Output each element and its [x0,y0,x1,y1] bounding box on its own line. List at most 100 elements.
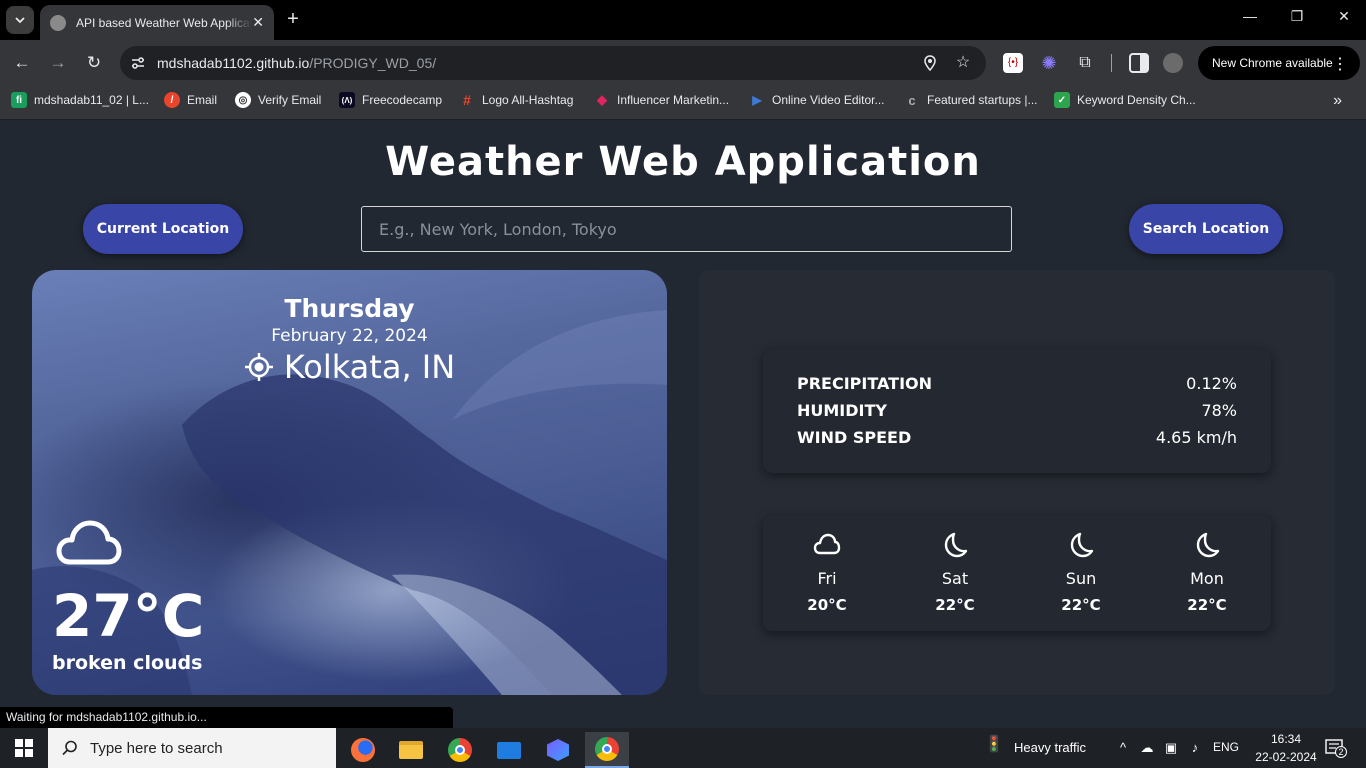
weather-widget-text[interactable]: Heavy traffic [1014,740,1086,755]
current-weather-card: Thursday February 22, 2024 Kolkata, IN 2… [32,270,667,695]
weather-app-page: Weather Web Application Current Location… [0,121,1366,728]
browser-status-bubble: Waiting for mdshadab1102.github.io... [0,707,453,728]
humidity-label: HUMIDITY [797,401,887,420]
bookmark-label: Freecodecamp [362,93,443,107]
bookmark-item[interactable]: ✓ Keyword Density Ch... [1054,92,1196,108]
humidity-value: 78% [1201,401,1237,420]
weather-day: Thursday [284,294,415,323]
speaker-icon[interactable]: ♪ [1187,740,1203,756]
file-explorer-icon[interactable] [389,732,433,768]
tab-search-button[interactable] [6,6,34,34]
forecast-day: Sat [941,569,969,588]
clock-date[interactable]: 22-02-2024 [1248,750,1324,764]
bookmark-item[interactable]: ▶ Online Video Editor... [749,92,885,108]
notification-center-icon[interactable]: 2 [1325,739,1347,758]
forecast-day: Mon [1190,569,1224,588]
copilot-app-icon[interactable] [536,732,580,768]
chevron-up-icon[interactable]: ^ [1115,740,1131,756]
weather-stats-panel: PRECIPITATION 0.12% HUMIDITY 78% WIND SP… [763,349,1271,473]
chrome-update-label: New Chrome available [1212,56,1333,70]
bookmark-item[interactable]: c Featured startups |... [904,92,1038,108]
firefox-app-icon[interactable] [341,732,385,768]
globe-icon [50,14,66,31]
toolbar-divider [1111,54,1112,72]
extensions-puzzle-icon[interactable]: ⧉ [1075,53,1095,73]
url-text: mdshadab1102.github.io/PRODIGY_WD_05/ [157,55,436,71]
search-location-button[interactable]: Search Location [1129,204,1283,254]
taskbar-search-box[interactable]: Type here to search [48,728,336,768]
city-search-input[interactable] [361,206,1012,252]
precipitation-row: PRECIPITATION 0.12% [797,374,1237,393]
bookmark-favicon-icon: (Λ) [339,92,355,108]
location-pin-icon[interactable] [921,54,939,72]
notification-count-badge: 2 [1335,746,1347,758]
chrome-app-icon-active[interactable] [585,732,629,768]
window-close-icon[interactable]: ✕ [1334,8,1354,25]
network-icon[interactable]: ☁ [1139,740,1155,756]
language-indicator[interactable]: ENG [1213,740,1239,754]
back-arrow-icon[interactable]: ← [11,52,33,74]
moon-icon [1070,532,1094,558]
bookmark-item[interactable]: ◆ Influencer Marketin... [594,92,729,108]
chrome-update-button[interactable]: New Chrome available ⋮ [1198,46,1360,80]
moon-icon [1196,532,1220,558]
wind-speed-value: 4.65 km/h [1155,428,1237,447]
bookmark-label: Featured startups |... [927,93,1038,107]
restore-icon[interactable]: ❐ [1287,8,1307,25]
bookmark-label: Online Video Editor... [772,93,885,107]
site-info-icon[interactable] [130,55,146,71]
browser-toolbar: ← → ↻ mdshadab1102.github.io/PRODIGY_WD_… [0,40,1366,86]
forward-arrow-icon[interactable]: → [47,52,69,74]
traffic-light-icon[interactable]: 🚦 [984,737,1004,759]
kebab-menu-icon[interactable]: ⋮ [1332,54,1348,74]
close-icon[interactable]: ✕ [252,14,264,31]
address-bar[interactable]: mdshadab1102.github.io/PRODIGY_WD_05/ ☆ [120,46,986,80]
bookmarks-overflow-icon[interactable]: » [1333,92,1342,110]
bookmark-favicon-icon: / [164,92,180,108]
bookmark-item[interactable]: # Logo All-Hashtag [459,92,573,108]
bookmark-label: Verify Email [258,93,322,107]
bookmark-item[interactable]: / Email [164,92,217,108]
cloud-icon [56,520,122,565]
weather-description: broken clouds [52,652,203,674]
bookmark-favicon-icon: fi [11,92,27,108]
crosshair-icon [244,353,273,381]
forecast-temp: 22°C [935,596,975,614]
minimize-icon[interactable]: — [1240,8,1260,24]
start-button[interactable] [0,728,48,768]
cloud-icon [813,533,841,555]
bookmark-label: Influencer Marketin... [617,93,730,107]
forecast-panel: Fri 20°C Sat 22°C Sun 22°C Mon 22°C [763,515,1271,631]
chrome-app-icon[interactable] [438,732,482,768]
bookmark-star-icon[interactable]: ☆ [954,54,972,72]
current-temperature: 27°C [52,582,205,650]
bookmark-item[interactable]: ◎ Verify Email [235,92,321,108]
wind-speed-row: WIND SPEED 4.65 km/h [797,428,1237,447]
current-location-button[interactable]: Current Location [83,204,243,254]
extension-icon-2[interactable]: ✺ [1039,53,1059,73]
profile-avatar[interactable] [1163,53,1183,73]
moon-icon [944,532,968,558]
clock-time[interactable]: 16:34 [1264,732,1308,746]
weather-date: February 22, 2024 [271,326,428,346]
new-tab-button[interactable]: + [282,8,304,30]
bookmark-label: Keyword Density Ch... [1077,93,1196,107]
search-icon [62,740,77,756]
weather-details-card: PRECIPITATION 0.12% HUMIDITY 78% WIND SP… [699,270,1335,695]
extension-icon-1[interactable]: {•} [1003,53,1023,73]
browser-tab-active[interactable]: API based Weather Web Application ✕ [40,5,274,40]
forecast-day: Fri [817,569,837,588]
bookmark-favicon-icon: ▶ [752,93,762,107]
bookmark-item[interactable]: fi mdshadab11_02 | L... [11,92,149,108]
humidity-row: HUMIDITY 78% [797,401,1237,420]
page-title: Weather Web Application [385,139,981,185]
location-label: Kolkata, IN [283,348,456,386]
camera-icon[interactable]: ▣ [1163,740,1179,756]
reload-icon[interactable]: ↻ [83,52,105,74]
mail-app-icon[interactable] [487,732,531,768]
bookmark-item[interactable]: (Λ) Freecodecamp [339,92,442,108]
bookmarks-bar: fi mdshadab11_02 | L... / Email ◎ Verify Em… [0,86,1366,120]
chevron-down-icon [15,17,25,24]
side-panel-icon[interactable] [1129,53,1149,73]
url-path: /PRODIGY_WD_05/ [309,55,437,71]
